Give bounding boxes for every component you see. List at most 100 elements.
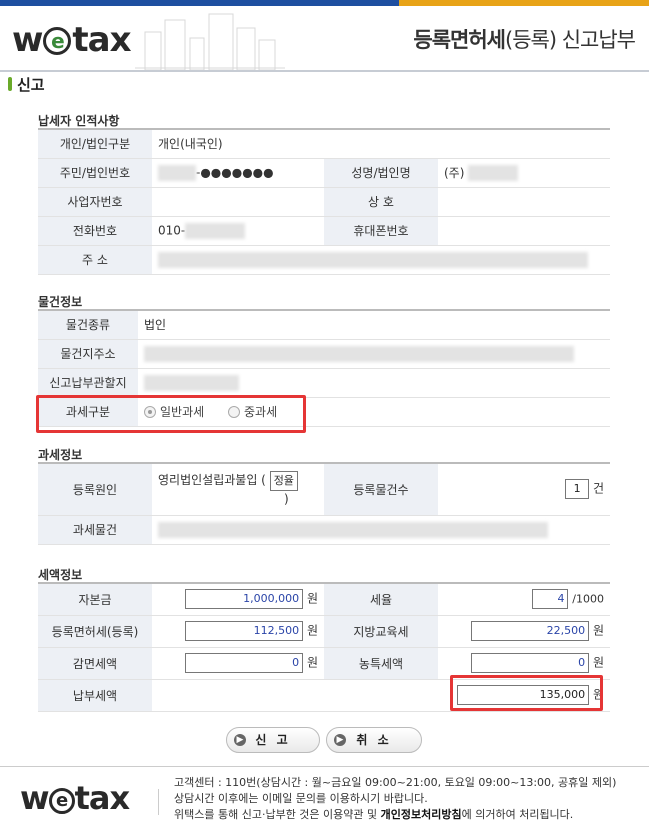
kind-value: 법인 bbox=[138, 310, 610, 340]
cancel-button-label: 취 소 bbox=[356, 733, 392, 747]
cause-text: 영리법인설립과불입 ( bbox=[158, 473, 266, 488]
table-row: 신고납부관할지 bbox=[38, 368, 610, 398]
cause-box[interactable]: 정율 bbox=[269, 471, 298, 492]
object-value bbox=[152, 515, 610, 545]
highlight-total bbox=[450, 675, 603, 711]
total-label: 납부세액 bbox=[38, 679, 152, 712]
highlight-taxtype bbox=[36, 395, 306, 433]
count-label: 등록물건수 bbox=[324, 463, 438, 516]
capital-label: 자본금 bbox=[38, 583, 152, 616]
trade-label: 상 호 bbox=[324, 187, 438, 217]
title-bullet-icon bbox=[8, 77, 12, 91]
redacted-block bbox=[158, 521, 548, 538]
table-row: 전화번호 010- 휴대폰번호 bbox=[38, 216, 610, 246]
footer-line-3-c: 에 의거하여 처리됩니다. bbox=[461, 808, 574, 821]
biz-value bbox=[152, 187, 324, 217]
count-input[interactable]: 1 bbox=[565, 479, 590, 500]
submit-button[interactable]: ▶ 신 고 bbox=[226, 727, 320, 753]
footer-text: 고객센터 : 110번(상담시간 : 월~금요일 09:00~21:00, 토요… bbox=[174, 775, 616, 823]
header: w e tax 등록면허세(등록) 신고납부 bbox=[0, 6, 649, 72]
count-unit: 건 bbox=[592, 481, 604, 496]
wetax-logo[interactable]: w e tax bbox=[12, 20, 132, 60]
prop-address-label: 물건지주소 bbox=[38, 339, 138, 369]
footer-wetax-logo: w e tax bbox=[20, 779, 131, 817]
id-masked: -●●●●●●● bbox=[196, 165, 274, 179]
footer: w e tax 고객센터 : 110번(상담시간 : 월~금요일 09:00~21:… bbox=[0, 766, 649, 840]
redacted-block bbox=[468, 165, 519, 182]
cancel-button[interactable]: ▶ 취 소 bbox=[326, 727, 422, 753]
kind-label: 물건종류 bbox=[38, 310, 138, 340]
edu-cell: 22,500 원 bbox=[438, 615, 610, 648]
phone-prefix: 010- bbox=[158, 223, 186, 237]
service-title-bold: 등록면허세 bbox=[413, 28, 506, 52]
rate-cell: 4 /1000 bbox=[438, 583, 610, 616]
footer-line-1: 고객센터 : 110번(상담시간 : 월~금요일 09:00~21:00, 토요… bbox=[174, 776, 617, 789]
section-taxinfo-title: 과세정보 bbox=[38, 448, 83, 462]
type-value: 개인(내국인) bbox=[152, 129, 610, 159]
rural-unit: 원 bbox=[592, 655, 604, 670]
trade-value bbox=[438, 187, 610, 217]
name-value: (주) bbox=[438, 158, 610, 188]
privacy-policy-link[interactable]: 개인정보처리방침 bbox=[381, 808, 462, 821]
page-title: 신고 bbox=[8, 74, 45, 95]
redacted-block bbox=[185, 222, 246, 239]
type-label: 개인/법인구분 bbox=[38, 129, 152, 159]
service-title: 등록면허세(등록) 신고납부 bbox=[413, 24, 636, 54]
table-row: 등록원인 영리법인설립과불입 ( 정율 ) 등록물건수 1 건 bbox=[38, 463, 610, 516]
mobile-label: 휴대폰번호 bbox=[324, 216, 438, 246]
rural-label: 농특세액 bbox=[324, 647, 438, 680]
logo-w: w bbox=[12, 20, 43, 60]
edu-label: 지방교육세 bbox=[324, 615, 438, 648]
rate-input[interactable]: 4 bbox=[532, 589, 569, 610]
reduce-input[interactable]: 0 bbox=[185, 653, 304, 673]
submit-button-label: 신 고 bbox=[255, 733, 291, 747]
capital-input[interactable]: 1,000,000 bbox=[185, 589, 304, 610]
regtax-label: 등록면허세(등록) bbox=[38, 615, 152, 648]
table-row: 등록면허세(등록) 112,500 원 지방교육세 22,500 원 bbox=[38, 615, 610, 648]
page-title-text: 신고 bbox=[17, 76, 45, 94]
footer-logo-w: w bbox=[20, 779, 50, 817]
city-skyline-illustration bbox=[135, 13, 285, 70]
regtax-cell: 112,500 원 bbox=[152, 615, 324, 648]
rural-input[interactable]: 0 bbox=[471, 653, 590, 673]
footer-line-3-a: 위택스를 통해 신고·납부한 것은 이용약관 및 bbox=[174, 808, 381, 821]
section-amounts-title: 세액정보 bbox=[38, 568, 83, 582]
redacted-block bbox=[158, 251, 588, 268]
table-row: 주 소 bbox=[38, 245, 610, 275]
cancel-arrow-icon: ▶ bbox=[334, 734, 346, 746]
address-label: 주 소 bbox=[38, 245, 152, 275]
table-row: 사업자번호 상 호 bbox=[38, 187, 610, 217]
id-value: -●●●●●●● bbox=[152, 158, 324, 188]
prop-address-value bbox=[138, 339, 610, 369]
regtax-input[interactable]: 112,500 bbox=[185, 621, 304, 641]
mobile-value bbox=[438, 216, 610, 246]
count-cell: 1 건 bbox=[438, 463, 610, 516]
footer-logo-rest: tax bbox=[74, 779, 131, 817]
office-label: 신고납부관할지 bbox=[38, 368, 138, 398]
regtax-unit: 원 bbox=[306, 623, 318, 638]
section-taxpayer-title: 납세자 인적사항 bbox=[38, 114, 120, 128]
redacted-block bbox=[144, 374, 239, 391]
office-value bbox=[138, 368, 610, 398]
footer-divider bbox=[158, 789, 159, 815]
section-property-title: 물건정보 bbox=[38, 295, 83, 309]
capital-cell: 1,000,000 원 bbox=[152, 583, 324, 616]
submit-arrow-icon: ▶ bbox=[234, 734, 246, 746]
taxinfo-table: 등록원인 영리법인설립과불입 ( 정율 ) 등록물건수 1 건 과세물건 bbox=[38, 462, 610, 545]
rate-label: 세율 bbox=[324, 583, 438, 616]
redacted-block bbox=[158, 164, 196, 181]
table-row: 물건지주소 bbox=[38, 339, 610, 369]
biz-label: 사업자번호 bbox=[38, 187, 152, 217]
taxpayer-table: 개인/법인구분 개인(내국인) 주민/법인번호 -●●●●●●● 성명/법인명 … bbox=[38, 128, 610, 275]
table-row: 물건종류 법인 bbox=[38, 310, 610, 340]
id-label: 주민/법인번호 bbox=[38, 158, 152, 188]
logo-rest: tax bbox=[72, 20, 131, 60]
table-row: 과세물건 bbox=[38, 515, 610, 545]
name-prefix: (주) bbox=[444, 165, 465, 180]
rate-unit: /1000 bbox=[572, 592, 604, 606]
edu-input[interactable]: 22,500 bbox=[471, 621, 590, 641]
footer-line-3: 위택스를 통해 신고·납부한 것은 이용약관 및 개인정보처리방침에 의거하여 … bbox=[174, 807, 616, 823]
capital-unit: 원 bbox=[306, 591, 318, 606]
cause-close: ) bbox=[284, 492, 289, 507]
logo-e-mark: e bbox=[43, 27, 72, 55]
